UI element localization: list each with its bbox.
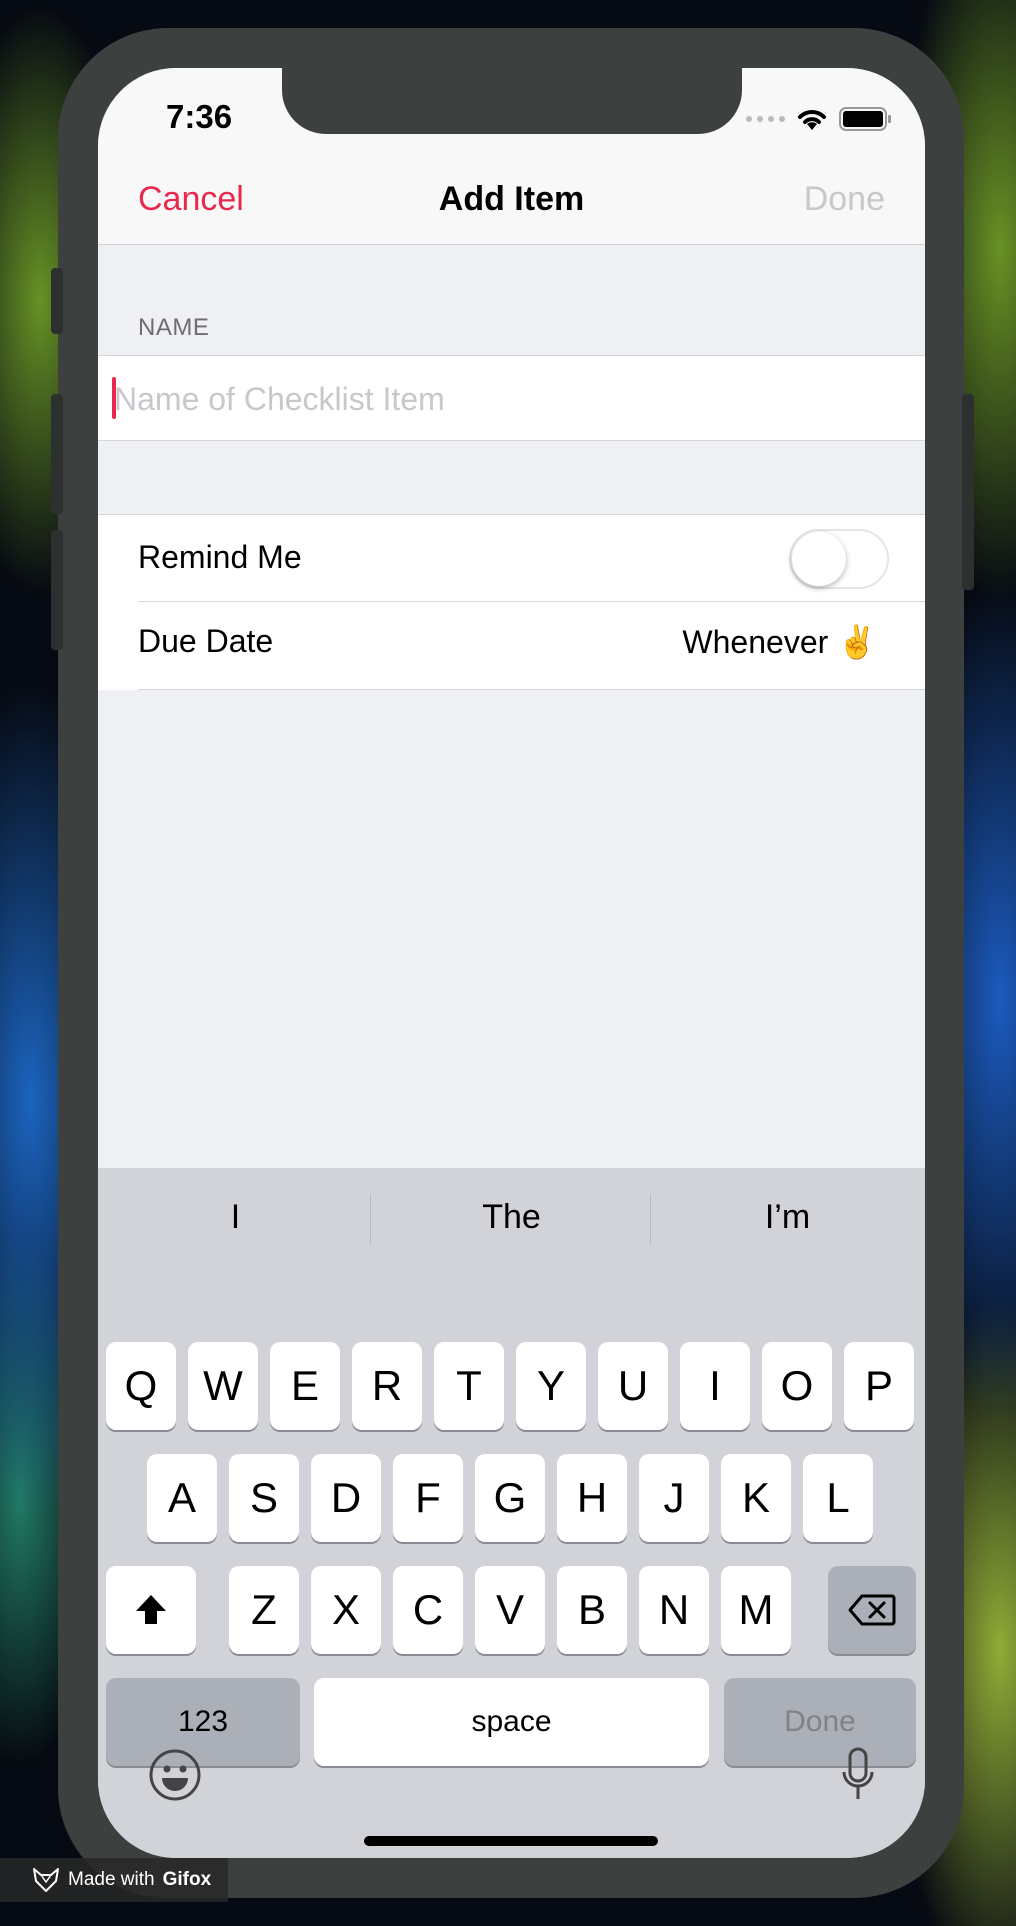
key-i[interactable]: I: [680, 1342, 750, 1430]
backspace-key[interactable]: [828, 1566, 916, 1654]
signal-dots-icon: [746, 116, 785, 122]
due-date-label: Due Date: [138, 623, 274, 659]
status-icons: [746, 106, 893, 132]
name-cell: [98, 355, 925, 441]
done-button[interactable]: Done: [804, 180, 885, 219]
power-button: [962, 394, 974, 590]
key-z[interactable]: Z: [229, 1566, 299, 1654]
name-section-header: NAME: [138, 314, 210, 341]
key-a[interactable]: A: [147, 1454, 217, 1542]
mute-switch: [51, 268, 63, 334]
emoji-icon[interactable]: [148, 1748, 202, 1802]
toggle-knob: [792, 532, 846, 586]
gifox-watermark: Made with Gifox: [0, 1858, 228, 1902]
key-y[interactable]: Y: [516, 1342, 586, 1430]
key-k[interactable]: K: [721, 1454, 791, 1542]
key-d[interactable]: D: [311, 1454, 381, 1542]
navigation-bar: 7:36 Cancel Add Item Done: [98, 68, 925, 245]
key-v[interactable]: V: [475, 1566, 545, 1654]
row-divider: [138, 601, 925, 602]
shift-key[interactable]: [106, 1566, 196, 1654]
row-divider: [138, 689, 925, 690]
key-q[interactable]: Q: [106, 1342, 176, 1430]
key-j[interactable]: J: [639, 1454, 709, 1542]
key-c[interactable]: C: [393, 1566, 463, 1654]
remind-me-toggle[interactable]: [789, 529, 889, 589]
volume-down-button: [51, 530, 63, 650]
phone-screen: 7:36 Cancel Add Item Done NAME Remind Me: [98, 68, 925, 1858]
key-f[interactable]: F: [393, 1454, 463, 1542]
suggestion-bar: I The I’m: [98, 1168, 925, 1276]
due-date-value: Whenever ✌️: [682, 624, 877, 660]
page-title: Add Item: [438, 180, 585, 218]
key-r[interactable]: R: [352, 1342, 422, 1430]
key-e[interactable]: E: [270, 1342, 340, 1430]
backspace-icon: [848, 1594, 896, 1626]
key-m[interactable]: M: [721, 1566, 791, 1654]
battery-icon: [839, 107, 891, 131]
microphone-icon[interactable]: [840, 1746, 876, 1804]
home-indicator[interactable]: [364, 1836, 658, 1846]
keyboard: I The I’m Q W E R T Y U I O P A S D F G …: [98, 1168, 925, 1858]
key-g[interactable]: G: [475, 1454, 545, 1542]
status-time: 7:36: [166, 98, 233, 135]
suggestion-3[interactable]: I’m: [650, 1198, 925, 1237]
watermark-prefix: Made with: [68, 1869, 155, 1890]
key-t[interactable]: T: [434, 1342, 504, 1430]
name-input[interactable]: [112, 370, 896, 428]
key-w[interactable]: W: [188, 1342, 258, 1430]
key-h[interactable]: H: [557, 1454, 627, 1542]
key-p[interactable]: P: [844, 1342, 914, 1430]
shift-icon: [136, 1595, 166, 1624]
remind-me-label: Remind Me: [138, 539, 302, 575]
key-x[interactable]: X: [311, 1566, 381, 1654]
numbers-key[interactable]: 123: [106, 1678, 300, 1766]
key-l[interactable]: L: [803, 1454, 873, 1542]
key-s[interactable]: S: [229, 1454, 299, 1542]
wifi-icon: [798, 110, 826, 130]
watermark-brand: Gifox: [162, 1869, 212, 1890]
keyboard-done-key[interactable]: Done: [724, 1678, 916, 1766]
volume-up-button: [51, 394, 63, 514]
gifox-logo-icon: [33, 1868, 59, 1892]
key-u[interactable]: U: [598, 1342, 668, 1430]
space-key[interactable]: space: [314, 1678, 709, 1766]
options-group: Remind Me Due Date Whenever ✌️: [98, 514, 925, 690]
key-o[interactable]: O: [762, 1342, 832, 1430]
suggestion-1[interactable]: I: [98, 1198, 373, 1237]
key-n[interactable]: N: [639, 1566, 709, 1654]
notch: [282, 68, 742, 134]
key-b[interactable]: B: [557, 1566, 627, 1654]
suggestion-2[interactable]: The: [374, 1198, 649, 1237]
suggestion-divider: [370, 1194, 371, 1244]
